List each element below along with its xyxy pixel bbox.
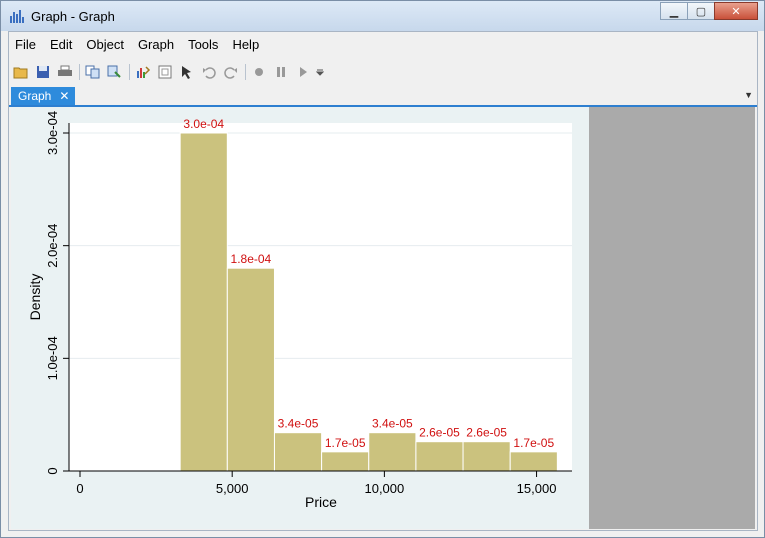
maximize-icon: ▢ — [695, 5, 707, 18]
toolbar-separator — [129, 64, 130, 80]
bar-value-label: 2.6e-05 — [419, 426, 460, 440]
pointer-icon — [182, 66, 191, 79]
tab-graph[interactable]: Graph ✕ — [11, 87, 76, 105]
pause-icon — [277, 67, 285, 77]
print-button[interactable] — [56, 63, 74, 81]
pause-button[interactable] — [272, 63, 290, 81]
x-tick-label: 10,000 — [364, 481, 404, 496]
graph-editor-button[interactable] — [134, 63, 152, 81]
y-axis-label: Density — [27, 274, 43, 321]
play-icon — [300, 67, 307, 77]
window-controls: ▁ ▢ ✕ — [660, 2, 758, 20]
save-button[interactable] — [34, 63, 52, 81]
menu-tools[interactable]: Tools — [188, 35, 218, 54]
copy-button[interactable] — [84, 63, 102, 81]
bar-value-label: 3.4e-05 — [278, 417, 319, 431]
pointer-button[interactable] — [178, 63, 196, 81]
graph-area: 3.0e-04 1.8e-04 3.4e-05 1.7e-05 3.4e-05 2.6e-… — [11, 107, 755, 529]
tab-close-icon[interactable]: ✕ — [59, 89, 69, 103]
close-button[interactable]: ✕ — [714, 2, 758, 20]
minimize-icon: ▁ — [669, 5, 679, 18]
record-button[interactable] — [250, 63, 268, 81]
bar-value-label: 3.0e-04 — [183, 117, 224, 131]
dropdown-icon — [316, 69, 324, 76]
toolbar-separator — [245, 64, 246, 80]
open-icon — [13, 67, 28, 79]
toolbar-overflow-button[interactable] — [316, 63, 324, 81]
minimize-button[interactable]: ▁ — [660, 2, 688, 20]
undo-button[interactable] — [200, 63, 218, 81]
window-title: Graph - Graph — [31, 9, 115, 24]
histogram-bar — [179, 132, 228, 472]
y-tick-label: 3.0e-04 — [45, 111, 60, 155]
toolbar-separator — [79, 64, 80, 80]
recorder-icon — [158, 65, 172, 79]
x-tick-label: 15,000 — [517, 481, 557, 496]
tab-label: Graph — [18, 89, 52, 103]
histogram-bar — [321, 451, 370, 472]
bar-value-label: 1.7e-05 — [325, 436, 366, 450]
bar-value-label: 1.7e-05 — [513, 436, 554, 450]
redo-button[interactable] — [222, 63, 240, 81]
histogram-bar — [226, 267, 275, 472]
menu-edit[interactable]: Edit — [50, 35, 72, 54]
graph-window-client: File Edit Object Graph Tools Help Graph … — [8, 31, 758, 531]
app-window: Graph - Graph ▁ ▢ ✕ File Edit Object Gra… — [0, 0, 765, 538]
menu-graph[interactable]: Graph — [138, 35, 174, 54]
print-icon — [58, 65, 72, 76]
histogram-chart: 3.0e-04 1.8e-04 3.4e-05 1.7e-05 3.4e-05 2.6e-… — [27, 111, 572, 510]
toolbar — [9, 60, 757, 84]
y-tick-label: 0 — [45, 467, 60, 474]
bar-value-label: 1.8e-04 — [231, 252, 272, 266]
title-bar[interactable]: Graph - Graph ▁ ▢ ✕ — [1, 1, 764, 31]
menu-bar: File Edit Object Graph Tools Help — [9, 32, 757, 56]
undo-icon — [203, 67, 216, 79]
open-button[interactable] — [12, 63, 30, 81]
graph-app-icon — [10, 10, 24, 23]
bar-value-label: 2.6e-05 — [466, 426, 507, 440]
x-tick-label: 5,000 — [216, 481, 249, 496]
x-axis-label: Price — [305, 494, 337, 510]
close-icon: ✕ — [731, 5, 741, 18]
redo-icon — [224, 67, 237, 79]
record-icon — [255, 68, 263, 76]
plot-region — [69, 123, 572, 471]
menu-help[interactable]: Help — [232, 35, 259, 54]
y-tick-label: 1.0e-04 — [45, 336, 60, 380]
maximize-button[interactable]: ▢ — [687, 2, 715, 20]
histogram-bar — [509, 451, 558, 472]
menu-file[interactable]: File — [15, 35, 36, 54]
tab-list-dropdown-icon[interactable]: ▼ — [744, 90, 753, 100]
graph-editor-icon — [137, 66, 151, 78]
copy-icon — [85, 65, 100, 79]
histogram-bar — [368, 432, 417, 472]
histogram-bar — [273, 432, 323, 472]
y-tick-label: 2.0e-04 — [45, 224, 60, 268]
histogram-bar — [415, 441, 464, 472]
bar-value-label: 3.4e-05 — [372, 417, 413, 431]
copy-graph-button[interactable] — [106, 63, 124, 81]
x-tick-label: 0 — [76, 481, 83, 496]
tab-strip: Graph ✕ ▼ — [9, 87, 757, 107]
save-icon — [37, 66, 49, 78]
copy-graph-icon — [107, 65, 121, 78]
chart-background: 3.0e-04 1.8e-04 3.4e-05 1.7e-05 3.4e-05 2.6e-… — [11, 107, 589, 529]
recorder-button[interactable] — [156, 63, 174, 81]
menu-object[interactable]: Object — [86, 35, 124, 54]
play-button[interactable] — [294, 63, 312, 81]
histogram-bar — [462, 441, 511, 472]
